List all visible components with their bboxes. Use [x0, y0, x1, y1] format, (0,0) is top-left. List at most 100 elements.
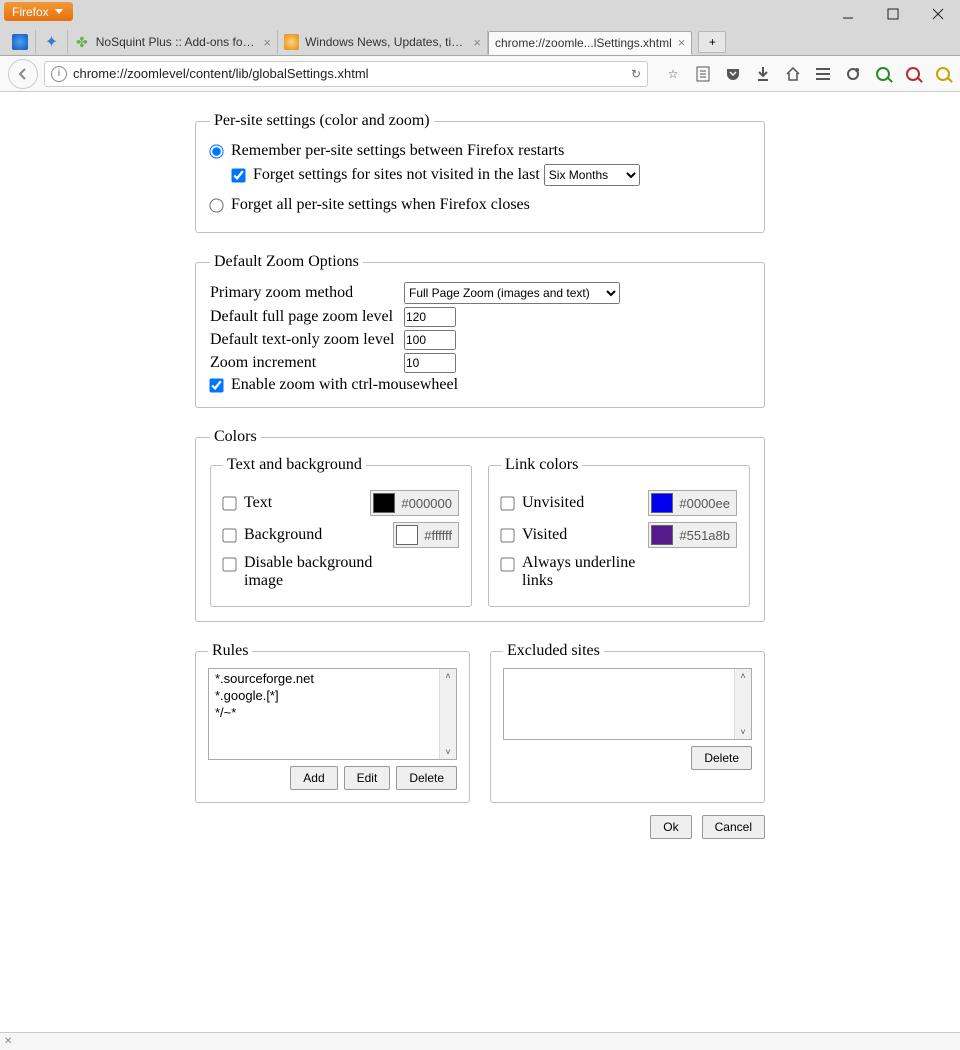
delete-rule-button[interactable]: Delete — [396, 766, 457, 790]
scrollbar[interactable]: ˄˅ — [439, 669, 456, 759]
forget-old-checkbox[interactable] — [231, 168, 245, 182]
scrollbar[interactable]: ˄˅ — [734, 669, 751, 739]
full-zoom-input[interactable] — [404, 307, 456, 327]
remember-persite-label: Remember per-site settings between Firef… — [231, 142, 564, 160]
tab-label: Windows News, Updates, tips ... — [305, 35, 467, 49]
visited-checkbox[interactable] — [500, 528, 514, 542]
tab-strip: ✦ ✤ NoSquint Plus :: Add-ons for ... × W… — [0, 29, 960, 56]
url-input[interactable] — [73, 66, 625, 81]
tab-zoomlevel-settings[interactable]: chrome://zoomle...lSettings.xhtml × — [488, 31, 692, 55]
remember-persite-radio[interactable] — [209, 144, 223, 158]
color-hex: #551a8b — [679, 528, 730, 543]
persite-legend: Per-site settings (color and zoom) — [210, 112, 434, 130]
delete-excluded-button[interactable]: Delete — [691, 746, 752, 770]
rules-items: *.sourceforge.net *.google.[*] */~* — [209, 669, 456, 724]
color-hex: #0000ee — [679, 496, 730, 511]
scroll-up-icon[interactable]: ˄ — [445, 669, 450, 683]
site-favicon-icon — [284, 34, 299, 50]
zoom-in-icon[interactable] — [874, 65, 892, 83]
bg-color-checkbox[interactable] — [222, 528, 236, 542]
unvisited-color-picker[interactable]: #0000ee — [648, 490, 737, 516]
pocket-icon[interactable] — [724, 65, 742, 83]
tab-close-icon[interactable]: × — [678, 35, 686, 50]
dropdown-icon — [55, 9, 63, 14]
zoom-out-icon[interactable] — [904, 65, 922, 83]
reload-icon[interactable]: ↻ — [631, 67, 641, 81]
disable-bg-label: Disable background image — [244, 554, 384, 590]
tab-nosquint[interactable]: ✤ NoSquint Plus :: Add-ons for ... × — [68, 30, 278, 54]
firefox-menu-label: Firefox — [12, 5, 49, 19]
forget-old-label: Forget settings for sites not visited in… — [253, 166, 540, 184]
home-icon[interactable] — [784, 65, 802, 83]
bookmark-star-icon[interactable]: ☆ — [664, 65, 682, 83]
status-bar: ✕ — [0, 1032, 960, 1050]
list-item[interactable]: *.google.[*] — [215, 688, 450, 705]
text-color-label: Text — [244, 494, 272, 512]
full-zoom-label: Default full page zoom level — [210, 308, 404, 326]
zoom-increment-input[interactable] — [404, 353, 456, 373]
list-item[interactable]: *.sourceforge.net — [215, 671, 450, 688]
underline-checkbox[interactable] — [500, 557, 514, 571]
link-colors-fieldset: Link colors Unvisited #0000ee Visited #5… — [488, 456, 750, 607]
minimize-button[interactable] — [825, 0, 870, 28]
bg-color-picker[interactable]: #ffffff — [393, 522, 459, 548]
zoom-legend: Default Zoom Options — [210, 253, 363, 271]
site-info-icon[interactable]: i — [51, 66, 67, 82]
ok-button[interactable]: Ok — [650, 815, 691, 839]
forget-all-label: Forget all per-site settings when Firefo… — [231, 196, 530, 214]
tab-close-icon[interactable]: × — [263, 35, 271, 50]
zoom-fieldset: Default Zoom Options Primary zoom method… — [195, 253, 765, 408]
color-swatch — [651, 493, 673, 513]
firefox-logo-icon[interactable] — [4, 30, 36, 54]
settings-page: Per-site settings (color and zoom) Remem… — [0, 92, 960, 869]
tab-windows-news[interactable]: Windows News, Updates, tips ... × — [278, 30, 488, 54]
colors-fieldset: Colors Text and background Text #000000 … — [195, 428, 765, 622]
scroll-up-icon[interactable]: ˄ — [740, 669, 745, 683]
unvisited-checkbox[interactable] — [500, 496, 514, 510]
menu-icon[interactable] — [814, 65, 832, 83]
rules-listbox[interactable]: *.sourceforge.net *.google.[*] */~* ˄˅ — [208, 668, 457, 760]
text-color-checkbox[interactable] — [222, 496, 236, 510]
text-zoom-label: Default text-only zoom level — [210, 331, 404, 349]
forget-period-select[interactable]: Six Months — [544, 164, 640, 186]
forget-all-radio[interactable] — [209, 198, 223, 212]
list-item[interactable]: */~* — [215, 705, 450, 722]
excluded-listbox[interactable]: ˄˅ — [503, 668, 752, 740]
excluded-items — [504, 669, 751, 673]
scroll-down-icon[interactable]: ˅ — [740, 725, 745, 739]
ctrl-wheel-checkbox[interactable] — [209, 378, 223, 392]
new-tab-button[interactable]: + — [698, 31, 726, 53]
excluded-fieldset: Excluded sites ˄˅ Delete — [490, 642, 765, 803]
edit-rule-button[interactable]: Edit — [344, 766, 391, 790]
add-rule-button[interactable]: Add — [290, 766, 337, 790]
visited-color-picker[interactable]: #551a8b — [648, 522, 737, 548]
back-button[interactable] — [8, 59, 38, 89]
color-swatch — [651, 525, 673, 545]
primary-zoom-select[interactable]: Full Page Zoom (images and text) — [404, 282, 620, 304]
text-color-picker[interactable]: #000000 — [370, 490, 459, 516]
scroll-down-icon[interactable]: ˅ — [445, 745, 450, 759]
maximize-button[interactable] — [870, 0, 915, 28]
window-controls — [825, 0, 960, 28]
text-bg-fieldset: Text and background Text #000000 Backgro… — [210, 456, 472, 607]
text-zoom-input[interactable] — [404, 330, 456, 350]
unvisited-label: Unvisited — [522, 494, 584, 512]
downloads-icon[interactable] — [754, 65, 772, 83]
disable-bg-checkbox[interactable] — [222, 557, 236, 571]
visited-label: Visited — [522, 526, 567, 544]
rules-excluded-row: Rules *.sourceforge.net *.google.[*] */~… — [195, 642, 765, 815]
zoom-reset-icon[interactable] — [934, 65, 952, 83]
firefox-menu-button[interactable]: Firefox — [4, 2, 73, 21]
tab-close-icon[interactable]: × — [473, 35, 481, 50]
close-button[interactable] — [915, 0, 960, 28]
notifications-icon[interactable] — [844, 65, 862, 83]
reader-icon[interactable] — [694, 65, 712, 83]
url-bar[interactable]: i ↻ — [44, 61, 648, 87]
cancel-button[interactable]: Cancel — [702, 815, 765, 839]
toolbar-icons: ☆ — [654, 65, 952, 83]
resize-grip-icon[interactable]: ✕ — [4, 1036, 12, 1047]
addon-favicon-icon: ✤ — [74, 34, 90, 50]
rules-fieldset: Rules *.sourceforge.net *.google.[*] */~… — [195, 642, 470, 803]
addons-icon[interactable]: ✦ — [36, 30, 68, 54]
color-hex: #000000 — [401, 496, 452, 511]
